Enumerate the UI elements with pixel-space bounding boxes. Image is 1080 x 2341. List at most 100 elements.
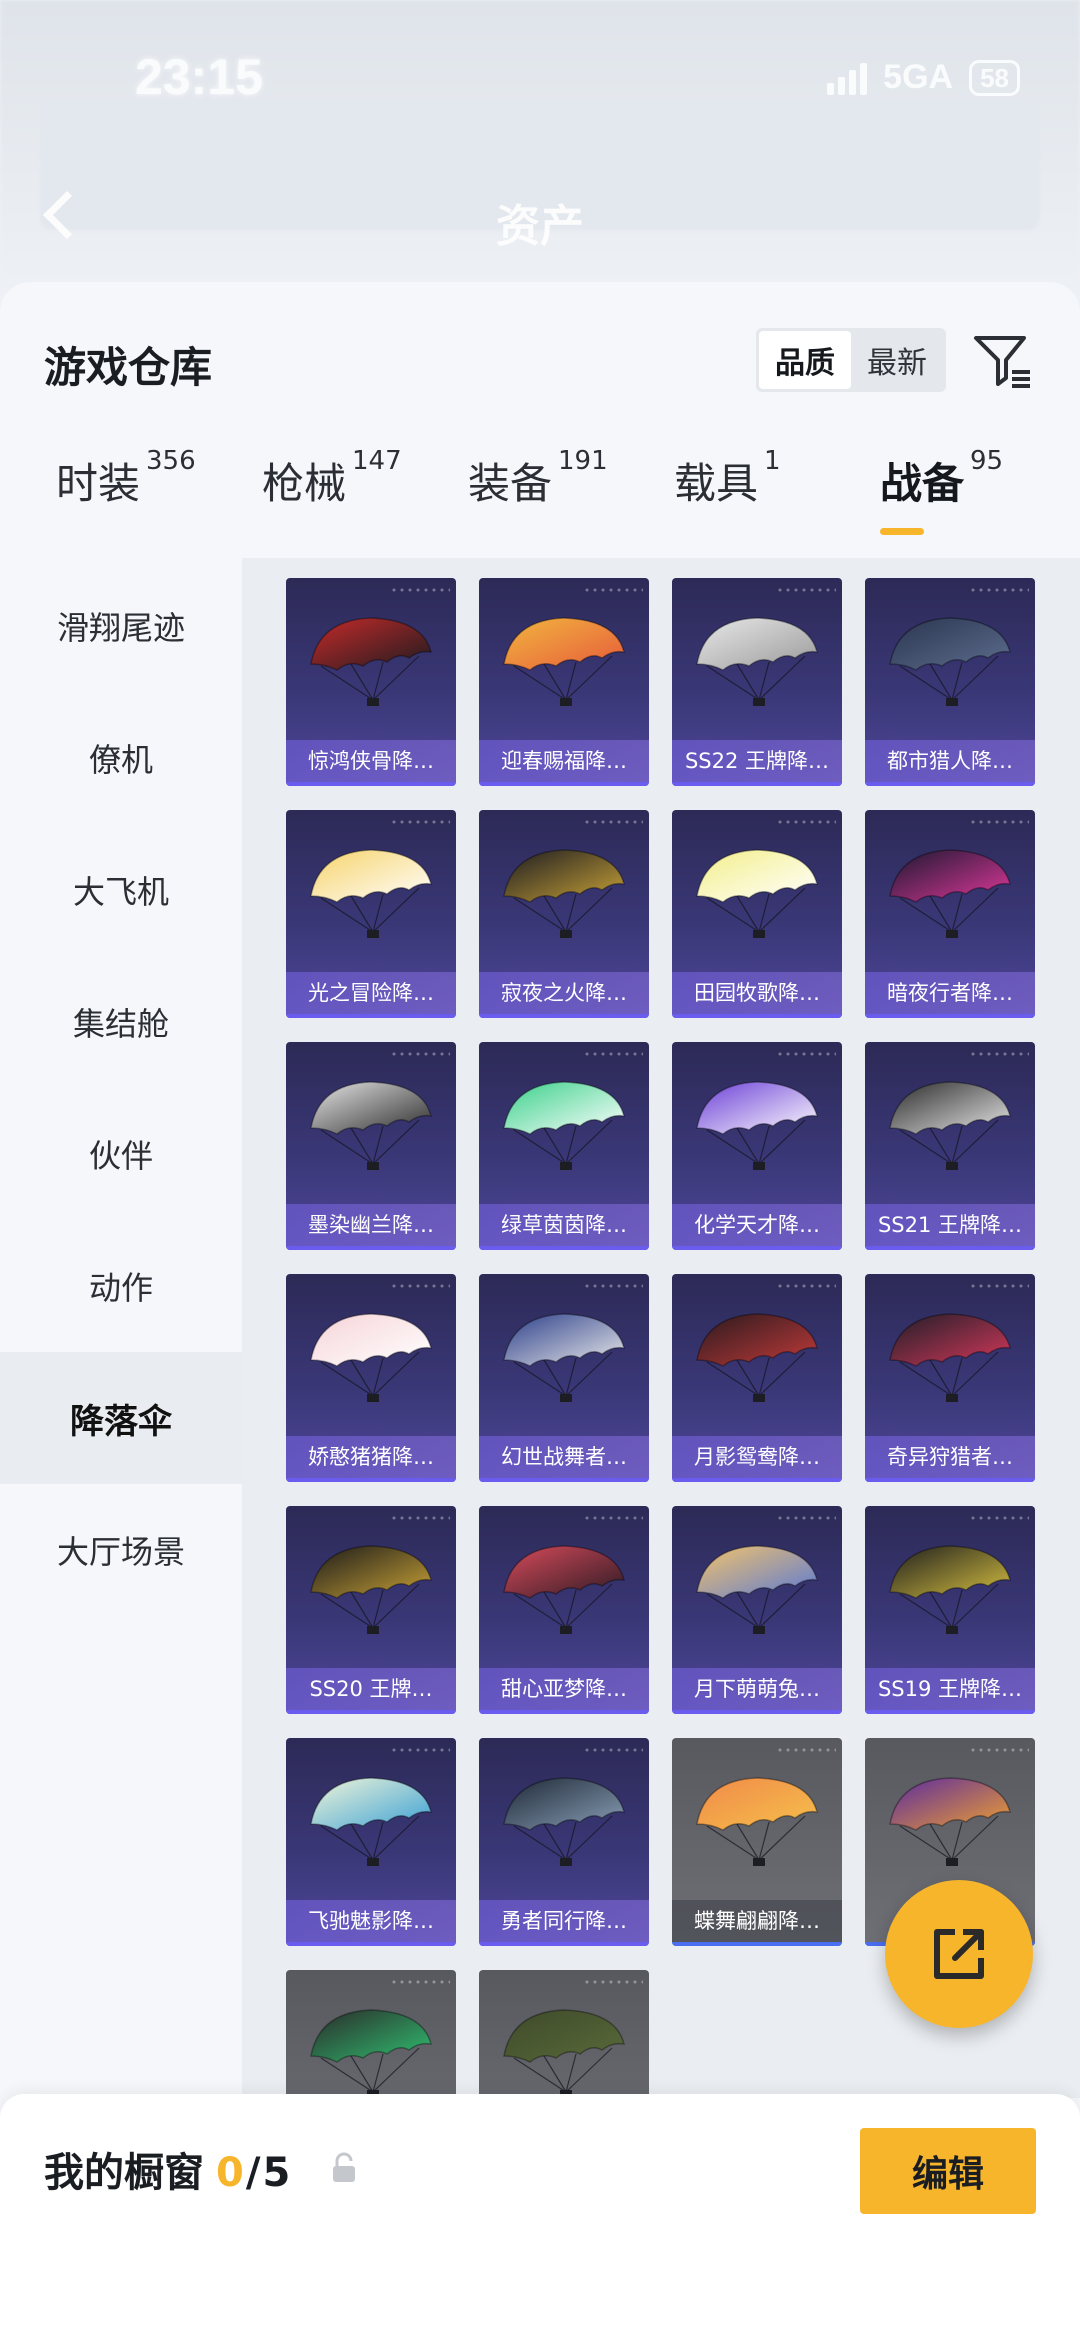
side-item-lobby-scene[interactable]: 大厅场景 (0, 1484, 242, 1616)
item-card[interactable]: 光之冒险降… (286, 810, 456, 1018)
parachute-icon (696, 1313, 819, 1402)
tab-count: 147 (352, 446, 402, 476)
item-card[interactable]: 绿草茵茵降… (479, 1042, 649, 1250)
item-card[interactable] (479, 1970, 649, 2098)
item-name: 飞驰魅影降… (286, 1900, 456, 1942)
card-pattern (583, 818, 643, 826)
side-item-emote[interactable]: 动作 (0, 1220, 242, 1352)
side-item-partner[interactable]: 伙伴 (0, 1088, 242, 1220)
item-card[interactable]: 都市猎人降… (865, 578, 1035, 786)
item-name: SS20 王牌… (286, 1668, 456, 1710)
tab-label: 枪械 (262, 459, 347, 508)
card-pattern (583, 1282, 643, 1290)
background-header (0, 0, 1080, 300)
tab-equipment[interactable]: 装备 191 (468, 446, 608, 511)
tab-label: 载具 (674, 459, 759, 508)
item-name: 娇憨猪猪降… (286, 1436, 456, 1478)
card-pattern (390, 818, 450, 826)
item-card[interactable]: 月影鸳鸯降… (672, 1274, 842, 1482)
item-card[interactable]: 奇异狩猎者… (865, 1274, 1035, 1482)
tab-vehicles[interactable]: 载具 1 (674, 446, 781, 511)
showcase-total: 5 (262, 2150, 291, 2196)
item-name: 蝶舞翩翩降… (672, 1900, 842, 1942)
item-card[interactable]: 幻世战舞者… (479, 1274, 649, 1482)
card-pattern (969, 1050, 1029, 1058)
parachute-icon (889, 1313, 1012, 1402)
parachute-icon (310, 849, 433, 938)
card-pattern (583, 1514, 643, 1522)
tab-gear[interactable]: 战备 95 (880, 446, 1003, 511)
item-name: 化学天才降… (672, 1204, 842, 1246)
tab-label: 时装 (56, 459, 141, 508)
item-card[interactable]: 寂夜之火降… (479, 810, 649, 1018)
side-item-big-plane[interactable]: 大飞机 (0, 824, 242, 956)
tab-weapons[interactable]: 枪械 147 (262, 446, 402, 511)
card-pattern (776, 1514, 836, 1522)
side-item-assembly-pod[interactable]: 集结舱 (0, 956, 242, 1088)
network-type: 5GA (883, 58, 954, 96)
item-card[interactable]: 惊鸿侠骨降… (286, 578, 456, 786)
side-item-glide-trail[interactable]: 滑翔尾迹 (0, 560, 242, 692)
item-card[interactable]: 墨染幽兰降… (286, 1042, 456, 1250)
tab-count: 191 (558, 446, 608, 476)
edit-button[interactable]: 编辑 (860, 2128, 1036, 2214)
card-pattern (776, 1050, 836, 1058)
side-item-parachute[interactable]: 降落伞 (0, 1352, 242, 1484)
parachute-icon (310, 1545, 433, 1634)
item-card[interactable]: SS20 王牌… (286, 1506, 456, 1714)
parachute-icon (310, 1777, 433, 1866)
card-pattern (583, 1978, 643, 1986)
card-pattern (583, 1050, 643, 1058)
card-pattern (390, 1978, 450, 1986)
card-pattern (969, 1514, 1029, 1522)
item-card[interactable]: 月下萌萌兔… (672, 1506, 842, 1714)
item-card[interactable]: 暗夜行者降… (865, 810, 1035, 1018)
external-share-icon (934, 1929, 984, 1979)
showcase-title: 我的橱窗 (44, 2150, 204, 2196)
sort-latest-button[interactable]: 最新 (851, 331, 943, 389)
item-name: 光之冒险降… (286, 972, 456, 1014)
parachute-icon (503, 617, 626, 706)
parachute-icon (503, 1545, 626, 1634)
item-card[interactable]: 迎春赐福降… (479, 578, 649, 786)
lock-icon (333, 2152, 355, 2182)
item-card[interactable]: 飞驰魅影降… (286, 1738, 456, 1946)
share-button[interactable] (885, 1880, 1033, 2028)
item-card[interactable] (286, 1970, 456, 2098)
item-grid: 惊鸿侠骨降… 迎春赐福降… SS22 王牌降… 都市猎人降… 光之冒险降… 寂夜之火降… 田… (242, 558, 1080, 2098)
parachute-icon (503, 1777, 626, 1866)
side-item-wingman[interactable]: 僚机 (0, 692, 242, 824)
showcase-current: 0 (216, 2150, 244, 2196)
signal-icon (827, 61, 868, 95)
card-pattern (390, 1746, 450, 1754)
card-pattern (969, 1746, 1029, 1754)
item-card[interactable]: 娇憨猪猪降… (286, 1274, 456, 1482)
item-name: SS22 王牌降… (672, 740, 842, 782)
tab-label: 装备 (468, 459, 553, 508)
item-card[interactable]: SS22 王牌降… (672, 578, 842, 786)
status-icons: 5GA 58 (827, 58, 1020, 97)
item-name: 月影鸳鸯降… (672, 1436, 842, 1478)
item-card[interactable]: SS21 王牌降… (865, 1042, 1035, 1250)
sheet-title: 游戏仓库 (44, 343, 213, 392)
item-name: 暗夜行者降… (865, 972, 1035, 1014)
parachute-icon (696, 1081, 819, 1170)
item-card[interactable]: 蝶舞翩翩降… (672, 1738, 842, 1946)
item-card[interactable]: SS19 王牌降… (865, 1506, 1035, 1714)
parachute-icon (310, 2009, 433, 2098)
parachute-icon (889, 617, 1012, 706)
item-card[interactable]: 甜心亚梦降… (479, 1506, 649, 1714)
sort-quality-button[interactable]: 品质 (759, 331, 851, 389)
item-card[interactable]: 田园牧歌降… (672, 810, 842, 1018)
active-tab-indicator (880, 528, 924, 535)
tab-label: 战备 (880, 459, 965, 508)
filter-icon[interactable] (970, 326, 1036, 392)
parachute-icon (503, 1313, 626, 1402)
battery-icon: 58 (969, 59, 1020, 96)
item-card[interactable]: 化学天才降… (672, 1042, 842, 1250)
parachute-icon (889, 1081, 1012, 1170)
item-name: 月下萌萌兔… (672, 1668, 842, 1710)
item-card[interactable]: 勇者同行降… (479, 1738, 649, 1946)
tab-fashion[interactable]: 时装 356 (56, 446, 196, 511)
item-name: SS19 王牌降… (865, 1668, 1035, 1710)
